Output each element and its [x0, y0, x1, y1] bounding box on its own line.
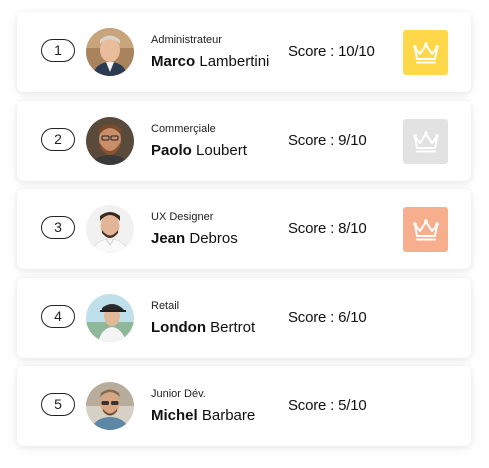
- user-first-name: London: [151, 319, 206, 336]
- user-score: Score : 6/10: [288, 309, 367, 326]
- bronze-badge: [403, 207, 448, 252]
- user-name: London Bertrot: [151, 319, 255, 336]
- leaderboard-row-1[interactable]: 1 Administrateur Marco Lambertini Score …: [17, 12, 471, 92]
- rank-pill: 3: [41, 216, 75, 239]
- avatar: [86, 117, 134, 165]
- user-role: Administrateur: [151, 34, 222, 46]
- user-first-name: Paolo: [151, 142, 192, 159]
- user-role: Commerçiale: [151, 123, 216, 135]
- rank-pill: 2: [41, 128, 75, 151]
- user-role: Retail: [151, 300, 180, 312]
- user-score: Score : 8/10: [288, 220, 367, 237]
- avatar: [86, 294, 134, 342]
- user-name: Paolo Loubert: [151, 142, 247, 159]
- rank-pill: 5: [41, 393, 75, 416]
- user-name: Marco Lambertini: [151, 53, 269, 70]
- user-last-name: Loubert: [196, 142, 247, 159]
- gold-badge: [403, 30, 448, 75]
- user-last-name: Bertrot: [210, 319, 256, 336]
- avatar: [86, 382, 134, 430]
- user-score: Score : 10/10: [288, 43, 375, 60]
- user-name: Jean Debros: [151, 230, 238, 247]
- avatar: [86, 205, 134, 253]
- crown-icon: [412, 130, 439, 152]
- leaderboard-row-5[interactable]: 5 Junior Dév. Michel Barbare Score : 5/1…: [17, 366, 471, 446]
- silver-badge: [403, 119, 448, 164]
- avatar: [86, 28, 134, 76]
- user-first-name: Michel: [151, 407, 198, 424]
- crown-icon: [412, 41, 439, 63]
- user-role: Junior Dév.: [151, 388, 206, 400]
- leaderboard-row-3[interactable]: 3 UX Designer Jean Debros Score : 8/10: [17, 189, 471, 269]
- leaderboard: 1 Administrateur Marco Lambertini Score …: [0, 0, 489, 468]
- user-last-name: Lambertini: [199, 53, 270, 70]
- user-score: Score : 5/10: [288, 397, 367, 414]
- crown-icon: [412, 218, 439, 240]
- leaderboard-row-2[interactable]: 2 Commerçiale Paolo Loubert Score : 9/10: [17, 101, 471, 181]
- user-last-name: Debros: [189, 230, 238, 247]
- user-role: UX Designer: [151, 211, 214, 223]
- user-name: Michel Barbare: [151, 407, 255, 424]
- user-last-name: Barbare: [201, 407, 256, 424]
- user-score: Score : 9/10: [288, 132, 367, 149]
- user-first-name: Jean: [151, 230, 186, 247]
- leaderboard-row-4[interactable]: 4 Retail London Bertrot Score : 6/10: [17, 278, 471, 358]
- rank-pill: 4: [41, 305, 75, 328]
- user-first-name: Marco: [151, 53, 196, 70]
- rank-pill: 1: [41, 39, 75, 62]
